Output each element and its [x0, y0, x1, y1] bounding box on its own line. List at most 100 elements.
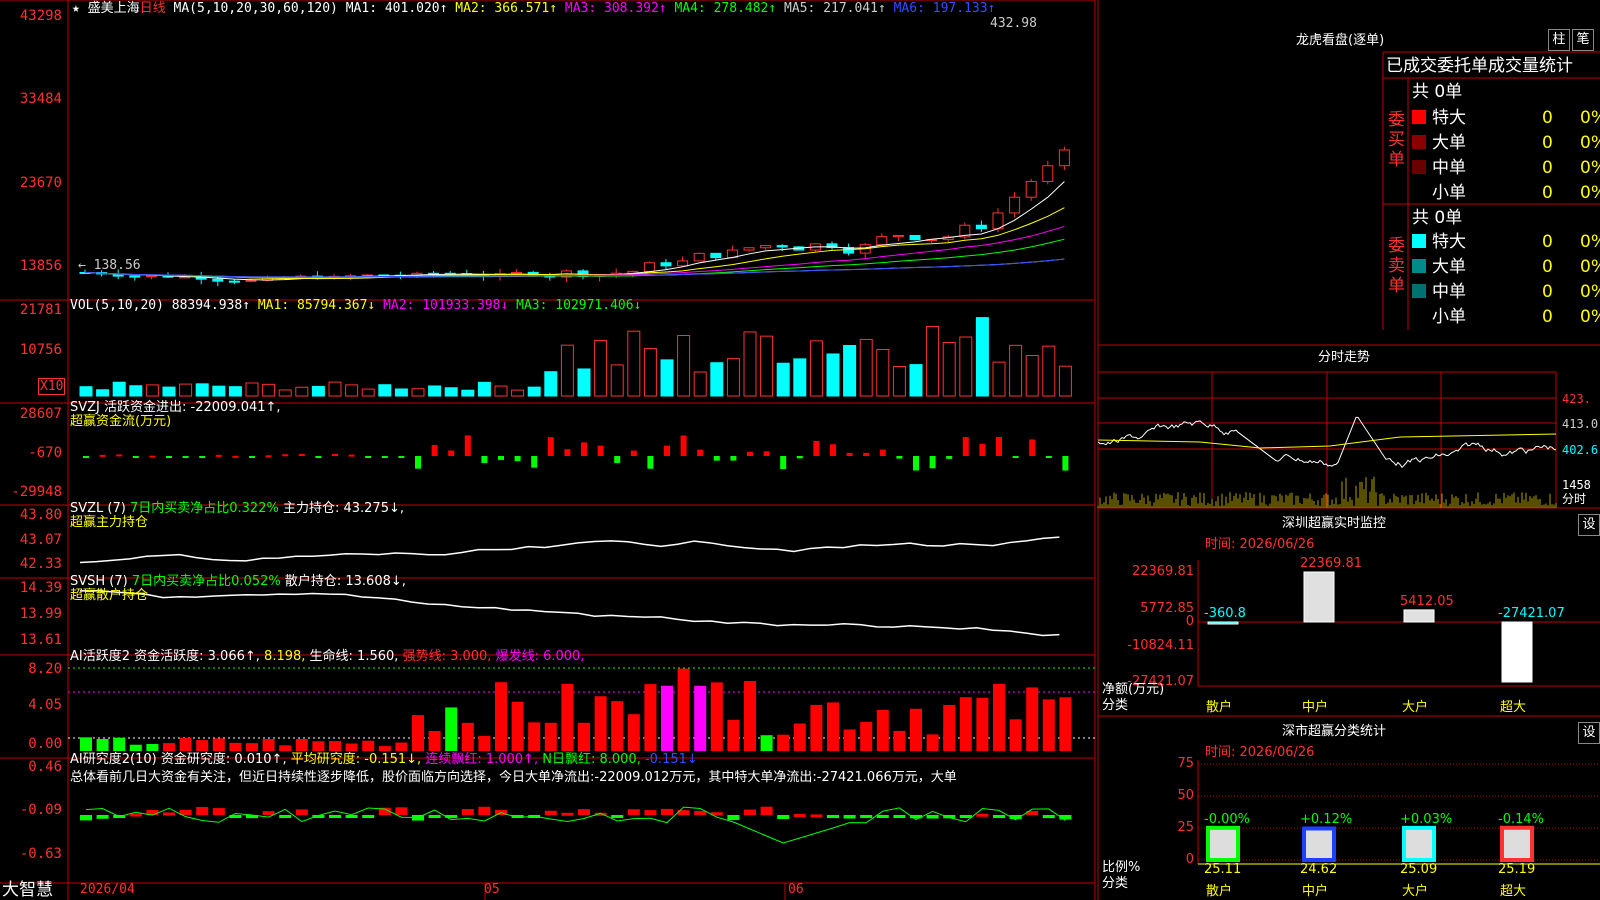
buy-row-2: 中单 0 0%: [1412, 158, 1600, 178]
volume-bar: [926, 325, 940, 397]
volume-bar: [1042, 345, 1056, 397]
fund-flow-bar: [249, 456, 255, 458]
row-count: 0: [1542, 183, 1553, 203]
row-pct: 0%: [1580, 108, 1600, 128]
volume-bar: [328, 381, 342, 397]
research-bar: [578, 809, 590, 815]
volume-bar: [859, 338, 873, 397]
fund-flow-bar: [813, 440, 820, 456]
research-bar: [544, 810, 557, 815]
fund-flow-bar: [863, 452, 870, 456]
research-bar: [461, 808, 474, 815]
main-force-line: [79, 536, 1060, 564]
fund-flow-bar: [946, 456, 953, 459]
y-tick: 43298: [19, 8, 62, 24]
date-tick: 2026/04: [80, 882, 135, 897]
vol-ma1: MA1: 85794.367↓: [257, 298, 376, 313]
dragon-tiger-title: 龙虎看盘(逐单): [1296, 33, 1385, 48]
row-count: 0: [1542, 282, 1553, 302]
activity-bar: [345, 743, 358, 751]
row-name: 小单: [1432, 307, 1466, 327]
candle-body: [129, 275, 141, 278]
volume-bar: [112, 381, 126, 397]
y-tick: 14.39: [19, 580, 62, 596]
sz-monitor-settings-button[interactable]: 设: [1578, 514, 1600, 536]
ma2-value: MA2: 366.571↑: [455, 1, 558, 16]
activity-bars: [68, 667, 1095, 751]
y-tick: -29948: [11, 484, 62, 500]
candle-body: [975, 224, 987, 230]
activity-bar: [860, 722, 873, 751]
activity-bar: [710, 682, 723, 751]
fund-flow-bar: [298, 454, 305, 457]
buy-side-label: 委买单: [1388, 110, 1405, 170]
ma-label: MA(5,10,20,30,60,120): [173, 1, 338, 16]
volume-bar: [212, 385, 226, 397]
row-name: 特大: [1432, 232, 1466, 252]
svzl-ratio: 7日内买卖净占比0.322%: [129, 501, 279, 516]
sz-monitor-bar: [1403, 609, 1435, 623]
research-bar: [279, 815, 292, 818]
fund-flow-bar: [713, 456, 720, 461]
fund-flow-bar: [979, 443, 986, 456]
volume-bar: [428, 385, 442, 397]
research-bar: [727, 815, 740, 820]
star-icon[interactable]: ★: [72, 1, 80, 16]
ai-research-last: -0.151↓: [644, 752, 698, 767]
sz-monitor-bar: [1501, 621, 1533, 683]
st-bar-value: 24.62: [1300, 862, 1338, 877]
sz-stats-settings-button[interactable]: 设: [1578, 722, 1600, 744]
period-label[interactable]: 日线: [140, 1, 166, 16]
activity-bar: [80, 737, 92, 751]
activity-bar: [976, 697, 989, 751]
activity-bar: [843, 729, 856, 751]
sz-stats-bar: [1302, 826, 1336, 862]
fund-flow-bar: [763, 451, 770, 456]
sz-category-label: 大户: [1402, 700, 1429, 715]
volume-bar: [145, 384, 159, 397]
st-bar-value: 25.11: [1204, 862, 1242, 877]
buy-row-1: 大单 0 0%: [1412, 133, 1600, 153]
bar-mode-button[interactable]: 柱: [1548, 29, 1570, 51]
row-name: 大单: [1432, 257, 1466, 277]
ai-research-avg: 平均研究度: -0.151↓,: [290, 752, 422, 767]
activity-bar: [893, 730, 906, 751]
research-bar: [80, 815, 92, 821]
research-bar: [129, 813, 142, 817]
fund-flow-bar: [464, 435, 471, 456]
pen-mode-button[interactable]: 笔: [1572, 29, 1594, 51]
activity-bar: [279, 745, 292, 751]
fund-flow-bar: [415, 456, 421, 469]
volume-bar: [610, 364, 624, 397]
vol-unit-button[interactable]: X10: [38, 378, 66, 395]
fund-flow-bar: [564, 449, 571, 456]
retail-line: [79, 590, 1060, 637]
fund-flow-bar: [315, 456, 322, 458]
activity-bar: [993, 683, 1005, 751]
volume-bar: [760, 335, 774, 397]
research-bar: [1042, 815, 1055, 819]
fund-flow-bar: [830, 444, 836, 456]
sz-category-label: 中户: [1302, 700, 1329, 715]
volume-bar: [262, 383, 276, 397]
activity-bar: [561, 683, 574, 751]
brand-logo[interactable]: 大智慧: [2, 880, 53, 900]
st-bar-value: 25.19: [1498, 862, 1536, 877]
fund-flow-bar: [116, 454, 123, 457]
sell-total: 共 0单: [1412, 208, 1463, 228]
buy-row-3: 小单 0 0%: [1412, 183, 1600, 203]
research-bar: [395, 807, 408, 815]
fund-flow-bar: [664, 445, 670, 456]
volume-bar: [942, 341, 956, 397]
fund-flow-bar: [481, 456, 488, 463]
y-tick: 0.00: [28, 736, 62, 752]
fund-flow-bar: [647, 456, 654, 469]
intraday-vol-label: 1458: [1562, 478, 1591, 492]
fund-flow-bar: [614, 456, 621, 463]
sz-category-label: 散户: [1206, 700, 1233, 715]
y-tick: 4.05: [28, 697, 62, 713]
fund-flow-bar: [514, 456, 521, 462]
research-bar: [827, 815, 839, 818]
svzl-legend: SVZL (7) 7日内买卖净占比0.322% 主力持仓: 43.275↓,: [70, 501, 404, 516]
sz-monitor-time: 时间: 2026/06/26: [1205, 537, 1315, 552]
